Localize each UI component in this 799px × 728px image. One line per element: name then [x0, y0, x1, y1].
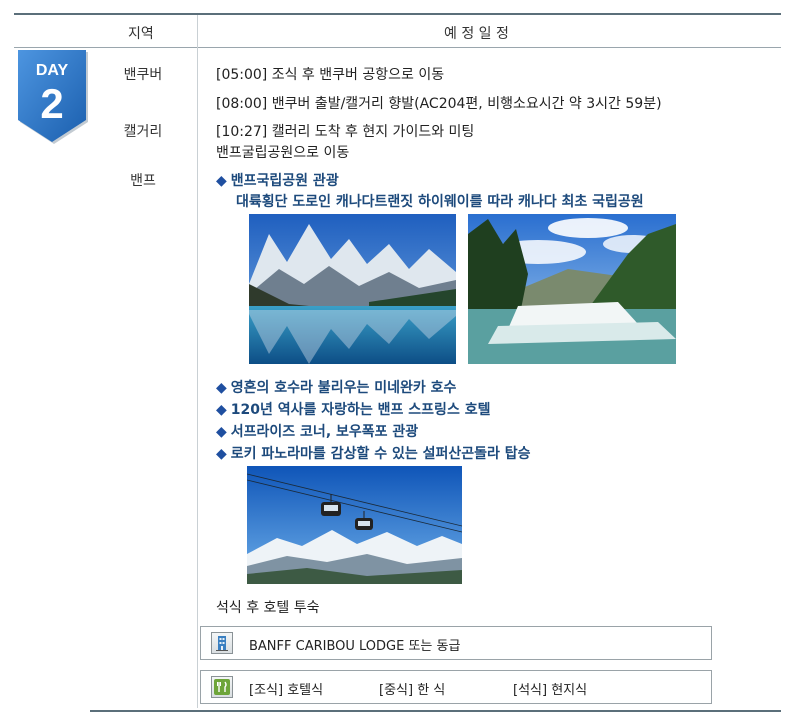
- hotel-info-box: BANFF CARIBOU LODGE 또는 동급: [200, 626, 712, 660]
- hotel-name: BANFF CARIBOU LODGE 또는 동급: [249, 639, 461, 654]
- bullet-diamond-icon: ◆: [216, 402, 227, 418]
- meals-info-box: [조식] 호텔식 [중식] 한 식 [석식] 현지식: [200, 670, 712, 704]
- meal-dinner: [석식] 현지식: [513, 683, 588, 698]
- closing-note: 석식 후 호텔 투숙: [216, 600, 320, 616]
- day-label: DAY: [36, 62, 69, 79]
- schedule-line: 밴프굴립공원으로 이동: [216, 145, 350, 161]
- meal-breakfast: [조식] 호텔식: [249, 683, 324, 698]
- table-bottom-rule: [90, 710, 781, 712]
- highlight-main: ◆ 밴프국립공원 관광: [216, 170, 339, 190]
- schedule-line: [10:27] 캘러리 도착 후 현지 가이드와 미팅: [216, 124, 475, 140]
- table-header-rule: [14, 47, 781, 48]
- schedule-line: [05:00] 조식 후 밴쿠버 공항으로 이동: [216, 67, 445, 83]
- highlight-item: ◆ 서프라이즈 코너, 보우폭포 관광: [216, 424, 419, 440]
- region-calgary: 캘거리: [123, 124, 163, 140]
- bullet-diamond-icon: ◆: [216, 424, 227, 440]
- hotel-icon: [211, 632, 233, 654]
- meal-icon: [211, 676, 233, 698]
- bullet-diamond-icon: ◆: [216, 173, 227, 189]
- highlight-item: ◆ 120년 역사를 자랑하는 밴프 스프링스 호텔: [216, 402, 491, 418]
- highlight-item: ◆ 로키 파노라마를 감상할 수 있는 설퍼산곤돌라 탑승: [216, 446, 531, 462]
- bullet-diamond-icon: ◆: [216, 446, 227, 462]
- bullet-diamond-icon: ◆: [216, 380, 227, 396]
- region-vancouver: 밴쿠버: [123, 67, 163, 83]
- highlight-item: ◆ 영혼의 호수라 불리우는 미네완카 호수: [216, 380, 457, 396]
- schedule-column-header: 예 정 일 정: [444, 26, 509, 42]
- table-top-rule: [14, 13, 781, 15]
- meal-lunch: [중식] 한 식: [379, 683, 446, 698]
- region-banff: 밴프: [130, 173, 156, 189]
- day-badge: DAY 2: [18, 50, 88, 144]
- highlight-title: 밴프국립공원 관광: [230, 173, 339, 189]
- highlight-subtitle: 대륙횡단 도로인 캐나다트랜짓 하이웨이를 따라 캐나다 최초 국립공원: [236, 194, 644, 210]
- day-number: 2: [40, 80, 63, 127]
- schedule-line: [08:00] 밴쿠버 출발/캘거리 향발(AC204편, 비행소요시간 약 3…: [216, 96, 662, 112]
- gondola-photo: [247, 466, 462, 584]
- region-column-header: 지역: [128, 26, 154, 42]
- column-divider: [197, 15, 198, 708]
- lake-photo: [249, 214, 456, 364]
- bow-falls-photo: [468, 214, 676, 364]
